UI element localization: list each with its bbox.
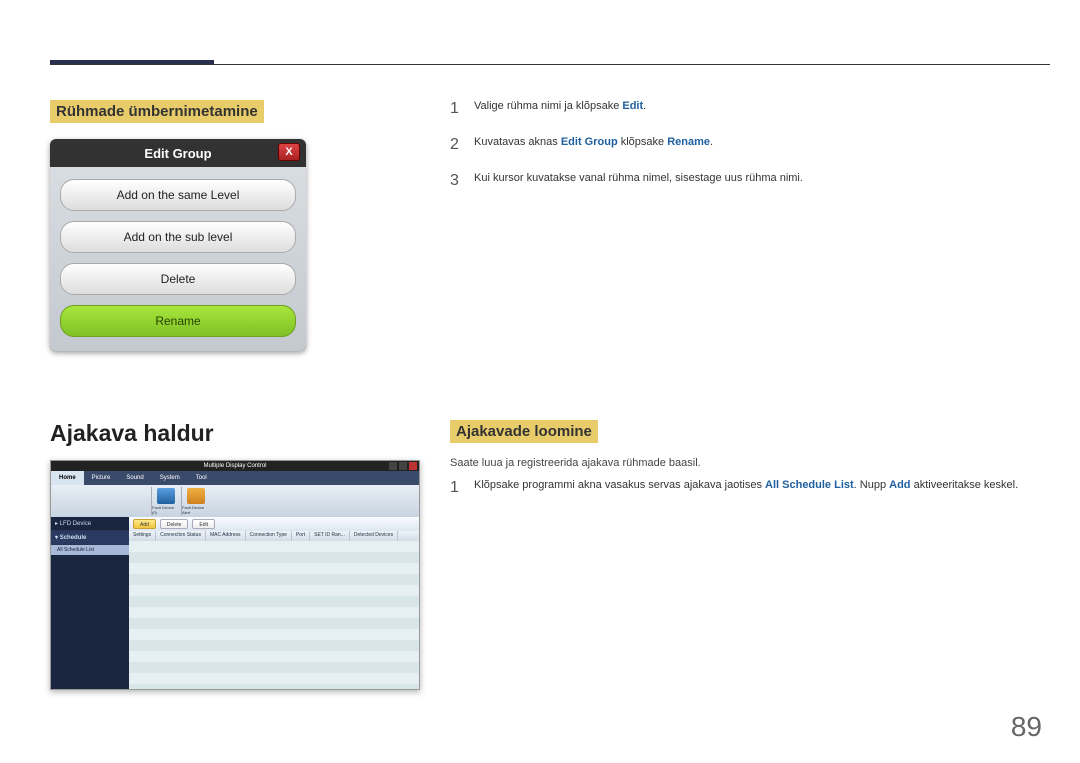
delete-button[interactable]: Delete xyxy=(60,263,296,295)
mdc-title: Multiple Display Control xyxy=(203,463,266,469)
window-controls[interactable] xyxy=(389,462,417,470)
monitor-icon xyxy=(157,488,175,504)
tab-tool[interactable]: Tool xyxy=(188,471,215,485)
add-term: Add xyxy=(889,479,910,491)
fault-device-button[interactable]: Fault Device (0) xyxy=(151,487,179,515)
mdc-window: Multiple Display Control Home Picture So… xyxy=(50,460,420,690)
table-grid xyxy=(129,541,419,689)
header-rule xyxy=(50,64,1050,65)
step-number: 3 xyxy=(450,172,462,190)
fault-alert-button[interactable]: Fault Device Alert xyxy=(181,487,209,515)
col-connection-type[interactable]: Connection Type xyxy=(246,531,292,541)
step-1-bottom: 1 Klõpsake programmi akna vasakus servas… xyxy=(450,479,1050,497)
edit-button[interactable]: Edit xyxy=(192,519,215,529)
rename-groups-heading: Rühmade ümbernimetamine xyxy=(50,100,264,123)
rename-term: Rename xyxy=(667,136,710,148)
col-set-id[interactable]: SET ID Ran... xyxy=(310,531,350,541)
edit-term: Edit xyxy=(622,100,643,112)
maximize-icon[interactable] xyxy=(399,462,407,470)
header-accent xyxy=(50,60,214,64)
delete-button[interactable]: Delete xyxy=(160,519,188,529)
right-bottom-section: Ajakavade loomine Saate luua ja registre… xyxy=(450,420,1050,497)
ribbon: Fault Device (0) Fault Device Alert xyxy=(51,485,419,517)
col-settings[interactable]: Settings xyxy=(129,531,156,541)
tab-system[interactable]: System xyxy=(152,471,188,485)
alert-icon xyxy=(187,488,205,504)
close-icon[interactable] xyxy=(409,462,417,470)
step-text: Klõpsake programmi akna vasakus servas a… xyxy=(474,479,765,491)
tab-home[interactable]: Home xyxy=(51,471,84,485)
step-number: 2 xyxy=(450,136,462,154)
mdc-sidebar: ▸ LFD Device ▾ Schedule All Schedule Lis… xyxy=(51,517,129,689)
col-port[interactable]: Port xyxy=(292,531,310,541)
table-headers: Settings Connection Status MAC Address C… xyxy=(129,531,419,541)
rename-button[interactable]: Rename xyxy=(60,305,296,337)
left-top-section: Rühmade ümbernimetamine Edit Group X Add… xyxy=(50,100,420,351)
close-icon[interactable]: X xyxy=(278,143,300,161)
minimize-icon[interactable] xyxy=(389,462,397,470)
all-schedule-list-term: All Schedule List xyxy=(765,479,854,491)
mdc-toolbar: Add Delete Edit xyxy=(129,517,419,531)
add-sub-level-button[interactable]: Add on the sub level xyxy=(60,221,296,253)
col-connection-status[interactable]: Connection Status xyxy=(156,531,206,541)
mdc-tabs: Home Picture Sound System Tool xyxy=(51,471,419,485)
step-text: Valige rühma nimi ja klõpsake xyxy=(474,100,622,112)
sidebar-item-schedule[interactable]: ▾ Schedule xyxy=(51,531,129,545)
col-detected[interactable]: Detected Devices xyxy=(350,531,398,541)
intro-text: Saate luua ja registreerida ajakava rühm… xyxy=(450,457,1050,469)
edit-group-titlebar: Edit Group X xyxy=(50,139,306,167)
step-2: 2 Kuvatavas aknas Edit Group klõpsake Re… xyxy=(450,136,1050,154)
sidebar-item-lfd[interactable]: ▸ LFD Device xyxy=(51,517,129,531)
add-same-level-button[interactable]: Add on the same Level xyxy=(60,179,296,211)
step-3: 3 Kui kursor kuvatakse vanal rühma nimel… xyxy=(450,172,1050,190)
tab-picture[interactable]: Picture xyxy=(84,471,119,485)
steps-right-top: 1 Valige rühma nimi ja klõpsake Edit. 2 … xyxy=(450,100,1050,190)
col-mac[interactable]: MAC Address xyxy=(206,531,246,541)
edit-group-title: Edit Group xyxy=(144,146,211,161)
mdc-main: Add Delete Edit Settings Connection Stat… xyxy=(129,517,419,689)
page-number: 89 xyxy=(1011,711,1042,743)
step-text: Kuvatavas aknas xyxy=(474,136,561,148)
creating-schedules-heading: Ajakavade loomine xyxy=(450,420,598,443)
tab-sound[interactable]: Sound xyxy=(118,471,151,485)
add-button[interactable]: Add xyxy=(133,519,156,529)
step-number: 1 xyxy=(450,479,462,497)
edit-group-term: Edit Group xyxy=(561,136,618,148)
edit-group-window: Edit Group X Add on the same Level Add o… xyxy=(50,139,306,351)
sidebar-item-all-schedule[interactable]: All Schedule List xyxy=(51,545,129,555)
schedule-manager-heading: Ajakava haldur xyxy=(50,420,214,447)
mdc-titlebar: Multiple Display Control xyxy=(51,461,419,471)
step-1: 1 Valige rühma nimi ja klõpsake Edit. xyxy=(450,100,1050,118)
step-number: 1 xyxy=(450,100,462,118)
edit-group-body: Add on the same Level Add on the sub lev… xyxy=(50,167,306,351)
step-text: Kui kursor kuvatakse vanal rühma nimel, … xyxy=(474,172,803,184)
